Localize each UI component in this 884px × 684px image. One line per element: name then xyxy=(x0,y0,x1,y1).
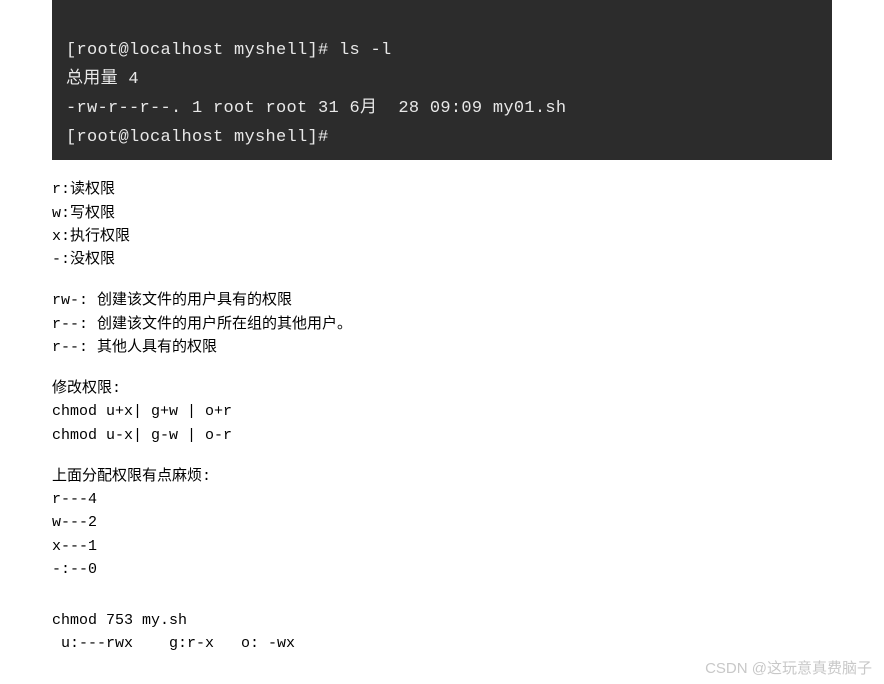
watermark: CSDN @这玩意真费脑子 xyxy=(705,657,872,678)
permission-groups: rw-: 创建该文件的用户具有的权限 r--: 创建该文件的用户所在组的其他用户… xyxy=(52,289,832,359)
text-line: rw-: 创建该文件的用户具有的权限 xyxy=(52,289,832,312)
text-line: w:写权限 xyxy=(52,202,832,225)
text-line: x---1 xyxy=(52,535,832,558)
permission-basics: r:读权限 w:写权限 x:执行权限 -:没权限 xyxy=(52,178,832,271)
terminal-line: [root@localhost myshell]# xyxy=(66,128,329,147)
text-line: chmod u-x| g-w | o-r xyxy=(52,424,832,447)
text-line: r--: 其他人具有的权限 xyxy=(52,336,832,359)
terminal-line: 总用量 4 xyxy=(66,70,139,89)
terminal-line: -rw-r--r--. 1 root root 31 6月 28 09:09 m… xyxy=(66,99,566,118)
text-line: w---2 xyxy=(52,511,832,534)
text-line: x:执行权限 xyxy=(52,225,832,248)
numeric-permission: 上面分配权限有点麻烦: r---4 w---2 x---1 -:--0 xyxy=(52,465,832,581)
text-line: r:读权限 xyxy=(52,178,832,201)
text-line: -:没权限 xyxy=(52,248,832,271)
terminal-line: [root@localhost myshell]# ls -l xyxy=(66,41,392,60)
section-title: 上面分配权限有点麻烦: xyxy=(52,465,832,488)
chmod-example: chmod 753 my.sh u:---rwx g:r-x o: -wx xyxy=(52,609,832,656)
document-content: r:读权限 w:写权限 x:执行权限 -:没权限 rw-: 创建该文件的用户具有… xyxy=(0,160,884,655)
text-line: -:--0 xyxy=(52,558,832,581)
text-line: r---4 xyxy=(52,488,832,511)
text-line: r--: 创建该文件的用户所在组的其他用户。 xyxy=(52,313,832,336)
text-line: chmod 753 my.sh xyxy=(52,609,832,632)
terminal-block: [root@localhost myshell]# ls -l 总用量 4 -r… xyxy=(52,0,832,160)
text-line: chmod u+x| g+w | o+r xyxy=(52,400,832,423)
modify-permission: 修改权限: chmod u+x| g+w | o+r chmod u-x| g-… xyxy=(52,377,832,447)
section-title: 修改权限: xyxy=(52,377,832,400)
text-line: u:---rwx g:r-x o: -wx xyxy=(52,632,832,655)
